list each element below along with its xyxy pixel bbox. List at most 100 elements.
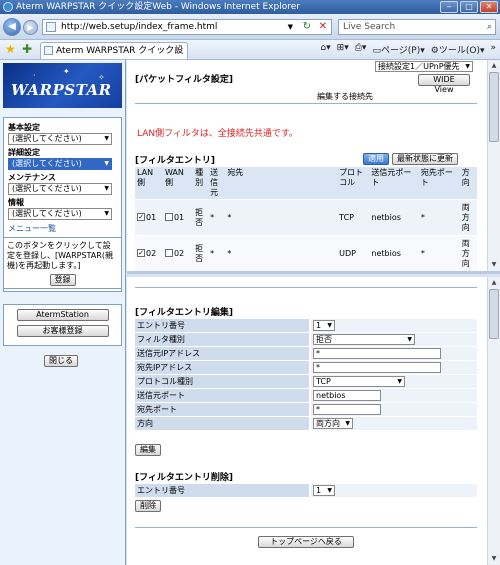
stop-icon[interactable]: ✕ — [319, 20, 327, 34]
col-type: 種別 — [193, 167, 209, 200]
menu-list-link[interactable]: メニュー一覧 — [8, 223, 117, 234]
tab-current[interactable]: Aterm WARPSTAR クイック設定Web — [40, 42, 188, 72]
lan-checkbox[interactable]: ✓ — [137, 213, 145, 221]
lan-filter-warning: LAN側フィルタは、全接続先共通です。 — [137, 129, 299, 139]
form-row-protocol: プロトコル種別 TCP ▼ — [135, 375, 477, 388]
filter-edit-frame: [フィルタエントリ編集] エントリ番号 1 ▼ フィルタ種別 拒否 ▼ 送信元IPア… — [127, 277, 500, 565]
more-icon[interactable]: » — [490, 43, 496, 56]
refresh-status-button[interactable]: 最新状態に更新 — [392, 153, 458, 165]
direction-select[interactable]: 両方向 ▼ — [313, 418, 353, 429]
address-field[interactable]: http://web.setup/index_frame.html ▼ ↻ ✕ — [42, 19, 332, 35]
proto-cell: UDP — [337, 235, 370, 271]
detail-settings-select[interactable]: (選択してください) ▼ — [8, 158, 112, 170]
src-cell: * — [208, 235, 226, 271]
search-icon[interactable]: ⌕ — [487, 20, 492, 34]
print-icon[interactable]: ⎙▾ — [355, 43, 367, 56]
tools-menu[interactable]: ⚙ツール(O)▾ — [431, 43, 485, 56]
connection-select[interactable]: 接続設定1／UPnP優先 ▼ — [375, 61, 473, 72]
favorites-star-icon[interactable]: ★ — [5, 42, 16, 56]
scroll-up-icon[interactable]: ▲ — [489, 278, 499, 288]
scroll-down-icon[interactable]: ▼ — [489, 260, 499, 270]
feeds-icon[interactable]: ⊞▾ — [337, 43, 349, 56]
info-select[interactable]: (選択してください) ▼ — [8, 208, 112, 220]
form-row-entry-no: エントリ番号 1 ▼ — [135, 319, 477, 332]
search-input[interactable]: Live Search ⌕ — [338, 19, 496, 35]
page-menu[interactable]: ▭ページ(P)▾ — [372, 43, 424, 56]
src-ip-input[interactable]: * — [313, 348, 441, 359]
divider — [135, 527, 477, 528]
top-frame-scrollbar[interactable]: ▲ ▼ — [487, 60, 500, 271]
aterm-station-button[interactable]: AtermStation — [16, 309, 109, 321]
dst-port-cell: * — [418, 235, 460, 271]
edit-form: エントリ番号 1 ▼ フィルタ種別 拒否 ▼ 送信元IPアドレス * 宛先IPアドレ… — [135, 319, 477, 431]
lan-cell: ✓ 01 — [135, 199, 163, 236]
minimize-button[interactable]: ‒ — [440, 1, 458, 13]
window-title: Aterm WARPSTAR クイック設定Web - Windows Inter… — [16, 2, 300, 12]
delete-button[interactable]: 削除 — [135, 500, 161, 512]
wide-view-button[interactable]: WIDE View — [418, 74, 470, 94]
back-to-top-button[interactable]: トップページへ戻る — [258, 536, 354, 548]
scroll-thumb[interactable] — [489, 289, 499, 339]
tab-page-icon — [44, 46, 53, 55]
address-bar-row: ◀ ▶ http://web.setup/index_frame.html ▼ … — [0, 14, 500, 40]
tools-menu-label: ツール(O) — [438, 46, 480, 56]
direction-cell: 両方向 — [459, 235, 477, 271]
refresh-icon[interactable]: ↻ — [303, 20, 311, 34]
delete-entry-select[interactable]: 1 ▼ — [313, 485, 335, 496]
filter-type-select[interactable]: 拒否 ▼ — [313, 334, 415, 345]
maintenance-select[interactable]: (選択してください) ▼ — [8, 183, 112, 195]
connection-label: 編集する接続先 — [317, 92, 373, 101]
chevron-down-icon: ▼ — [327, 487, 332, 494]
table-header-row: LAN側 WAN側 種別 送信元 宛先 プロトコル 送信元ポート 宛先ポート 方… — [135, 167, 477, 200]
src-port-input[interactable]: netbios — [313, 390, 381, 401]
lan-number: 02 — [146, 248, 157, 258]
chevron-down-icon: ▼ — [407, 336, 412, 343]
divider — [135, 287, 477, 288]
field-label: フィルタ種別 — [135, 333, 309, 346]
register-button[interactable]: 登録 — [49, 274, 76, 286]
bottom-frame-scrollbar[interactable]: ▲ ▼ — [487, 277, 500, 565]
wan-checkbox[interactable] — [164, 213, 173, 221]
field-label: エントリ番号 — [135, 484, 309, 497]
basic-settings-select[interactable]: (選択してください) ▼ — [8, 133, 112, 145]
menu-label-info: 情報 — [8, 198, 24, 207]
form-row-delete-entry: エントリ番号 1 ▼ — [135, 484, 477, 497]
dst-ip-input[interactable]: * — [313, 362, 441, 373]
select-value: (選択してください) — [12, 159, 82, 168]
close-window-button[interactable]: ✕ — [480, 1, 498, 13]
forward-button[interactable]: ▶ — [23, 20, 38, 35]
lan-number: 01 — [146, 212, 157, 222]
scroll-down-icon[interactable]: ▼ — [489, 554, 499, 564]
table-row: ✓ 02 02 拒否 * * UDP netbios * 両方向 — [135, 235, 477, 271]
col-wan: WAN側 — [162, 167, 194, 200]
dst-port-input[interactable]: * — [313, 404, 381, 415]
add-favorites-icon[interactable]: ✚ — [22, 42, 32, 56]
lan-checkbox[interactable]: ✓ — [137, 249, 145, 257]
edit-button[interactable]: 編集 — [135, 444, 161, 456]
table-row: ✓ 01 01 拒否 * * TCP netbios * 両方向 — [135, 199, 477, 236]
src-port-cell: netbios — [369, 235, 419, 271]
maximize-button[interactable]: □ — [460, 1, 478, 13]
wan-checkbox[interactable] — [164, 249, 173, 257]
entry-number-select[interactable]: 1 ▼ — [313, 320, 335, 331]
scroll-thumb[interactable] — [489, 72, 499, 142]
entries-heading: [フィルタエントリ] — [135, 156, 216, 166]
col-lan: LAN側 — [135, 167, 163, 200]
home-icon[interactable]: ⌂▾ — [320, 43, 330, 56]
form-row-filter-type: フィルタ種別 拒否 ▼ — [135, 333, 477, 346]
apply-button[interactable]: 適用 — [363, 153, 389, 165]
close-button[interactable]: 閉じる — [44, 355, 78, 367]
chevron-down-icon: ▼ — [104, 185, 109, 192]
protocol-select[interactable]: TCP ▼ — [313, 376, 405, 387]
edit-heading: [フィルタエントリ編集] — [135, 308, 234, 318]
proto-cell: TCP — [337, 199, 370, 236]
col-src: 送信元 — [208, 167, 226, 200]
scroll-up-icon[interactable]: ▲ — [489, 61, 499, 71]
col-direction: 方向 — [459, 167, 477, 200]
customer-register-button[interactable]: お客様登録 — [16, 325, 109, 337]
chevron-down-icon[interactable]: ▼ — [288, 20, 293, 34]
wan-number: 02 — [173, 248, 185, 258]
back-button[interactable]: ◀ — [3, 18, 21, 36]
page-title: [パケットフィルタ設定] — [135, 75, 234, 85]
select-value: 1 — [316, 321, 322, 330]
